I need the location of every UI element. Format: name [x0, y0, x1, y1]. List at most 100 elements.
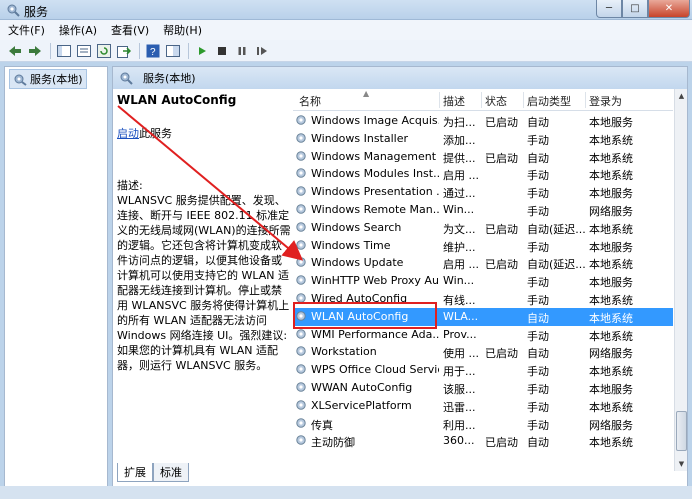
column-header-startup-type[interactable]: 启动类型	[527, 93, 571, 109]
start-service-link[interactable]: 启动	[117, 127, 139, 140]
cell-startup-type: 手动	[527, 418, 549, 432]
close-button[interactable]: ✕	[648, 0, 690, 18]
table-row[interactable]: Windows Image Acquis... 为扫... 已启动 自动 本地服务	[293, 112, 673, 130]
cell-startup-type: 自动(延迟...	[527, 222, 585, 236]
cell-name: Windows Installer	[311, 131, 409, 145]
cell-startup-type: 手动	[527, 400, 549, 414]
cell-log-on-as: 本地服务	[589, 276, 633, 290]
cell-log-on-as: 本地系统	[589, 365, 633, 379]
maximize-button[interactable]: □	[622, 0, 648, 18]
table-row[interactable]: Windows Time 维护... 手动 本地服务	[293, 237, 673, 255]
stop-icon[interactable]	[213, 42, 231, 60]
cell-name: Windows Management ...	[311, 149, 439, 163]
cell-name: WLAN AutoConfig	[311, 309, 409, 323]
back-arrow-icon[interactable]	[6, 42, 24, 60]
cell-name: WMI Performance Ada...	[311, 327, 439, 341]
cell-description: 用于...	[443, 365, 476, 379]
menu-help[interactable]: 帮助(H)	[163, 22, 202, 38]
services-gear-icon	[14, 74, 27, 86]
cell-log-on-as: 本地服务	[589, 382, 633, 396]
cell-startup-type: 自动	[527, 151, 549, 165]
menu-view[interactable]: 查看(V)	[111, 22, 149, 38]
service-gear-icon	[296, 257, 306, 268]
window-title: 服务	[24, 5, 49, 19]
cell-name: 传真	[311, 418, 333, 432]
cell-log-on-as: 本地系统	[589, 258, 633, 272]
cell-description: 360...	[443, 434, 475, 448]
pause-icon[interactable]	[233, 42, 251, 60]
cell-description: 有线...	[443, 293, 476, 307]
cell-startup-type: 手动	[527, 329, 549, 343]
cell-status: 已启动	[485, 116, 518, 129]
show-hide-icon[interactable]	[164, 42, 182, 60]
menu-action[interactable]: 操作(A)	[59, 22, 97, 38]
sort-ascending-icon: ▲	[363, 89, 370, 98]
refresh-icon[interactable]	[95, 42, 113, 60]
cell-startup-type: 手动	[527, 293, 549, 307]
description-text: WLANSVC 服务提供配置、发现、连接、断开与 IEEE 802.11 标准定…	[117, 194, 291, 372]
help-icon[interactable]: ?	[144, 42, 162, 60]
table-row[interactable]: Windows Search 为文... 已启动 自动(延迟... 本地系统	[293, 219, 673, 237]
column-header-name[interactable]: 名称	[299, 93, 321, 109]
export-icon[interactable]	[115, 42, 133, 60]
table-row[interactable]: Wired AutoConfig 有线... 手动 本地系统	[293, 290, 673, 308]
table-row[interactable]: Windows Installer 添加... 手动 本地系统	[293, 130, 673, 148]
restart-icon[interactable]	[253, 42, 271, 60]
column-header-description[interactable]: 描述	[443, 93, 465, 109]
table-row[interactable]: WMI Performance Ada... Prov... 手动 本地系统	[293, 326, 673, 344]
column-header-log-on-as[interactable]: 登录为	[589, 93, 622, 109]
table-row[interactable]: Windows Presentation ... 通过... 手动 本地服务	[293, 183, 673, 201]
table-row[interactable]: Windows Remote Man... Win... 手动 网络服务	[293, 201, 673, 219]
table-row[interactable]: WPS Office Cloud Service 用于... 手动 本地系统	[293, 361, 673, 379]
service-gear-icon	[296, 186, 306, 196]
tree-item-services-local[interactable]: 服务(本地)	[9, 69, 87, 89]
scroll-thumb[interactable]	[676, 411, 687, 451]
start-service-suffix: 此服务	[139, 127, 172, 140]
forward-arrow-icon[interactable]	[26, 42, 44, 60]
console-tree-icon[interactable]	[55, 42, 73, 60]
cell-description: 启用 ...	[443, 169, 479, 183]
play-icon[interactable]	[193, 42, 211, 60]
cell-startup-type: 手动	[527, 276, 549, 290]
cell-description: 该服...	[443, 382, 476, 396]
table-row[interactable]: 主动防御 360... 已启动 自动 本地系统	[293, 432, 673, 450]
tree-item-label: 服务(本地)	[30, 73, 83, 86]
table-body: Windows Image Acquis... 为扫... 已启动 自动 本地服务 Win…	[293, 112, 673, 450]
minimize-button[interactable]: ─	[596, 0, 622, 18]
cell-name: XLServicePlatform	[311, 398, 412, 412]
cell-startup-type: 手动	[527, 169, 549, 183]
cell-name: WPS Office Cloud Service	[311, 363, 439, 377]
table-row[interactable]: Workstation 使用 ... 已启动 自动 网络服务	[293, 343, 673, 361]
cell-log-on-as: 本地系统	[589, 169, 633, 183]
cell-log-on-as: 本地系统	[589, 329, 633, 343]
cell-status: 已启动	[485, 151, 518, 165]
scroll-up-icon[interactable]: ▲	[675, 89, 688, 103]
table-row[interactable]: XLServicePlatform 迅雷... 手动 本地系统	[293, 397, 673, 415]
properties-icon[interactable]	[75, 42, 93, 60]
tab-standard[interactable]: 标准	[153, 463, 189, 482]
service-gear-icon	[296, 364, 306, 374]
cell-name: WWAN AutoConfig	[311, 380, 413, 394]
vertical-scrollbar[interactable]: ▲ ▼	[674, 89, 687, 471]
cell-name: Wired AutoConfig	[311, 291, 408, 305]
services-gear-icon	[120, 72, 133, 85]
cell-startup-type: 自动	[527, 436, 549, 450]
cell-startup-type: 自动	[527, 347, 549, 361]
column-header-status[interactable]: 状态	[485, 93, 507, 109]
service-gear-icon	[296, 328, 306, 339]
table-row[interactable]: WinHTTP Web Proxy Au... Win... 手动 本地服务	[293, 272, 673, 290]
cell-name: Windows Presentation ...	[311, 185, 439, 199]
table-row[interactable]: Windows Modules Inst... 启用 ... 手动 本地系统	[293, 165, 673, 183]
cell-description: Win...	[443, 202, 475, 216]
tab-extended[interactable]: 扩展	[117, 463, 153, 482]
cell-name: Windows Remote Man...	[311, 202, 439, 216]
scroll-down-icon[interactable]: ▼	[675, 457, 688, 471]
table-row[interactable]: Windows Management ... 提供... 已启动 自动 本地系统	[293, 148, 673, 166]
table-row[interactable]: Windows Update 启用 ... 已启动 自动(延迟... 本地系统	[293, 254, 673, 272]
table-row[interactable]: WWAN AutoConfig 该服... 手动 本地服务	[293, 379, 673, 397]
cell-status: 已启动	[485, 222, 518, 236]
table-row[interactable]: WLAN AutoConfig WLA... 自动 本地系统	[293, 307, 673, 326]
selected-service-title: WLAN AutoConfig	[117, 93, 237, 107]
menu-file[interactable]: 文件(F)	[8, 22, 45, 38]
table-row[interactable]: 传真 利用... 手动 网络服务	[293, 415, 673, 433]
